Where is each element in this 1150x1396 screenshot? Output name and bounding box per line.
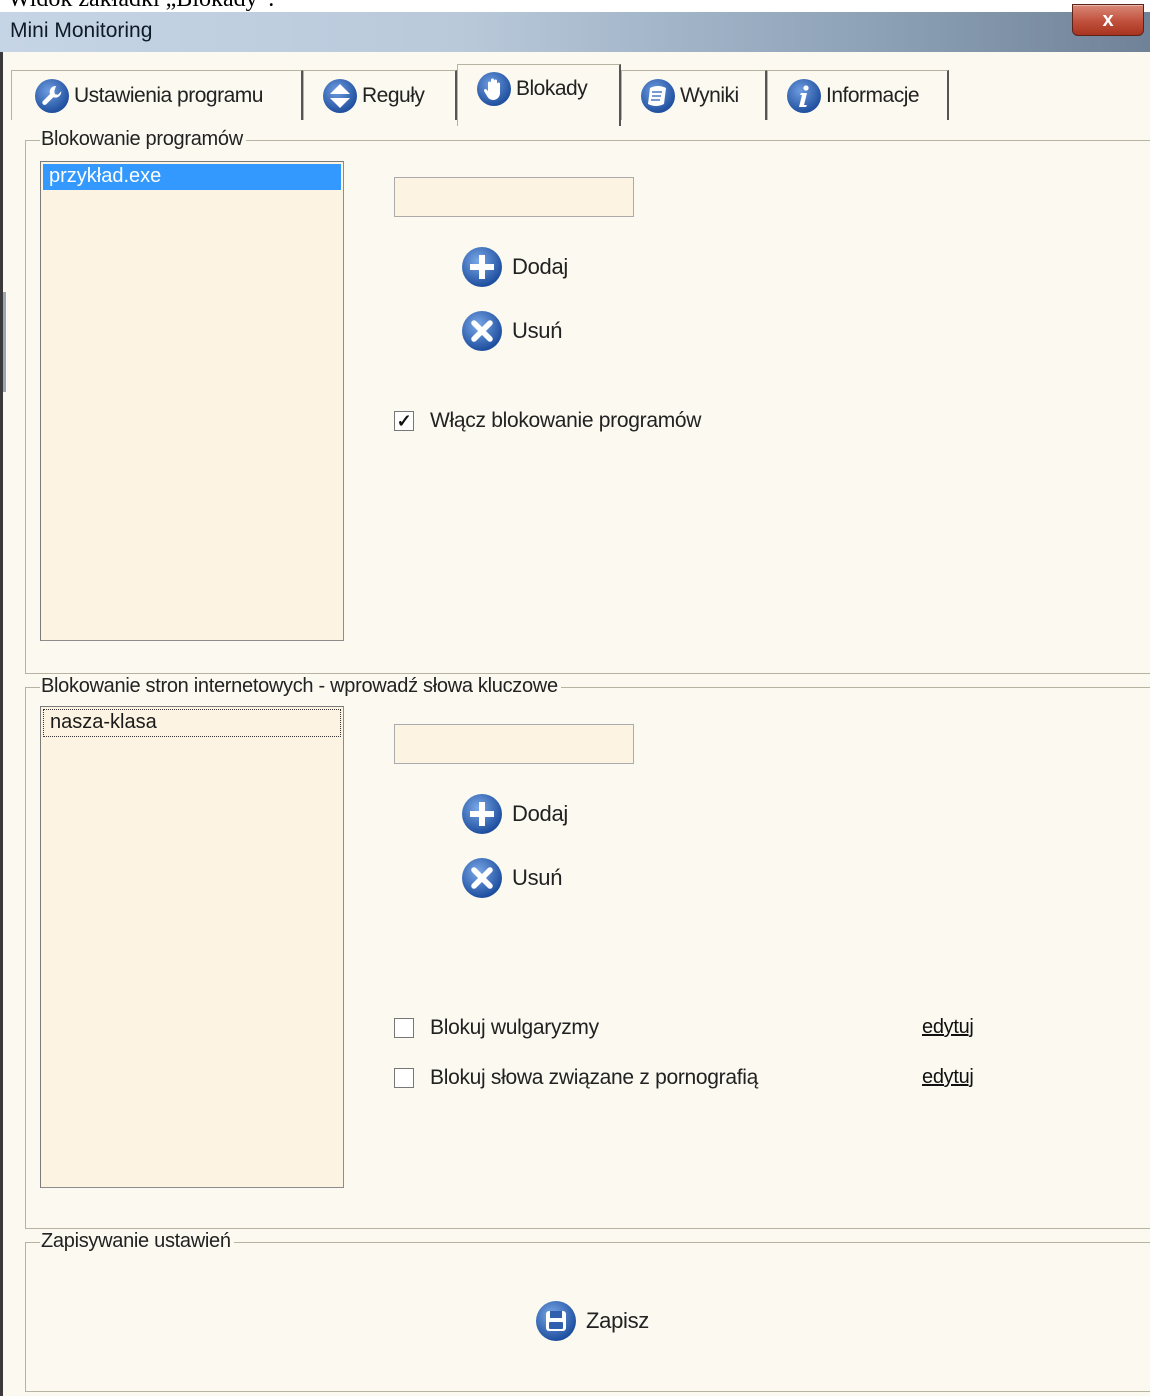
save-group: Zapisywanie ustawień Zapisz bbox=[25, 1230, 1150, 1392]
edit-profanity-link[interactable]: edytuj bbox=[922, 1016, 974, 1039]
plus-circle-icon bbox=[462, 794, 502, 834]
list-item[interactable]: przykład.exe bbox=[43, 164, 341, 190]
window-title: Mini Monitoring bbox=[10, 19, 153, 42]
keywords-list[interactable]: nasza-klasa bbox=[40, 706, 344, 1188]
tab-informacje[interactable]: Informacje bbox=[767, 70, 949, 120]
save-button[interactable]: Zapisz bbox=[534, 1299, 649, 1343]
remove-program-button[interactable]: Usuń bbox=[460, 309, 562, 353]
tab-label: Blokady bbox=[516, 76, 588, 100]
add-label: Dodaj bbox=[512, 254, 568, 279]
x-circle-icon bbox=[462, 858, 502, 898]
remove-keyword-button[interactable]: Usuń bbox=[460, 856, 562, 900]
tab-blokady[interactable]: Blokady bbox=[457, 64, 621, 126]
list-item[interactable]: nasza-klasa bbox=[43, 709, 341, 737]
enable-program-blocking-label: Włącz blokowanie programów bbox=[430, 409, 702, 432]
enable-program-blocking-checkbox[interactable]: ✓ bbox=[394, 411, 414, 431]
block-profanity-checkbox[interactable] bbox=[394, 1018, 414, 1038]
document-caption: Widok zakładki „Blokady”. bbox=[8, 0, 274, 12]
block-porn-words-checkbox[interactable] bbox=[394, 1068, 414, 1088]
block-profanity-row[interactable]: Blokuj wulgaryzmy bbox=[394, 1016, 599, 1040]
programs-list[interactable]: przykład.exe bbox=[40, 161, 344, 641]
floppy-disk-icon bbox=[536, 1301, 576, 1341]
wrench-icon bbox=[35, 78, 69, 113]
remove-label: Usuń bbox=[512, 865, 563, 890]
plus-circle-icon bbox=[462, 247, 502, 287]
tab-ustawienia-programu[interactable]: Ustawienia programu bbox=[11, 70, 303, 120]
close-button[interactable]: x bbox=[1072, 4, 1144, 36]
block-profanity-label: Blokuj wulgaryzmy bbox=[430, 1016, 599, 1039]
outer-window-edge bbox=[3, 292, 6, 392]
tab-label: Informacje bbox=[826, 83, 920, 107]
scroll-icon bbox=[641, 78, 675, 113]
tab-wyniki[interactable]: Wyniki bbox=[621, 70, 767, 120]
programs-group-title: Blokowanie programów bbox=[40, 128, 246, 151]
add-program-button[interactable]: Dodaj bbox=[460, 245, 568, 289]
add-label: Dodaj bbox=[512, 801, 568, 826]
x-circle-icon bbox=[462, 311, 502, 351]
window-body: Ustawienia programu Reguły Blokady Wynik… bbox=[0, 52, 1150, 1396]
tab-label: Reguły bbox=[362, 83, 425, 107]
edit-porn-words-link[interactable]: edytuj bbox=[922, 1066, 974, 1089]
program-name-input[interactable] bbox=[394, 177, 634, 217]
enable-program-blocking-row[interactable]: ✓ Włącz blokowanie programów bbox=[394, 409, 701, 433]
up-down-arrows-icon bbox=[323, 78, 357, 113]
tab-label: Wyniki bbox=[680, 83, 739, 107]
block-porn-words-row[interactable]: Blokuj słowa związane z pornografią bbox=[394, 1066, 758, 1090]
block-porn-words-label: Blokuj słowa związane z pornografią bbox=[430, 1066, 759, 1089]
save-group-title: Zapisywanie ustawień bbox=[40, 1230, 234, 1253]
tab-reguly[interactable]: Reguły bbox=[303, 70, 457, 120]
tab-strip: Ustawienia programu Reguły Blokady Wynik… bbox=[11, 64, 1141, 126]
title-bar: Mini Monitoring x bbox=[0, 4, 1150, 52]
add-keyword-button[interactable]: Dodaj bbox=[460, 792, 568, 836]
remove-label: Usuń bbox=[512, 318, 563, 343]
websites-group: Blokowanie stron internetowych - wprowad… bbox=[25, 675, 1150, 1229]
keyword-input[interactable] bbox=[394, 724, 634, 764]
info-icon bbox=[787, 78, 821, 113]
websites-group-title: Blokowanie stron internetowych - wprowad… bbox=[40, 675, 561, 698]
tab-label: Ustawienia programu bbox=[74, 83, 263, 107]
save-label: Zapisz bbox=[586, 1308, 649, 1333]
programs-group: Blokowanie programów przykład.exe Dodaj … bbox=[25, 128, 1150, 674]
hand-stop-icon bbox=[477, 71, 511, 106]
